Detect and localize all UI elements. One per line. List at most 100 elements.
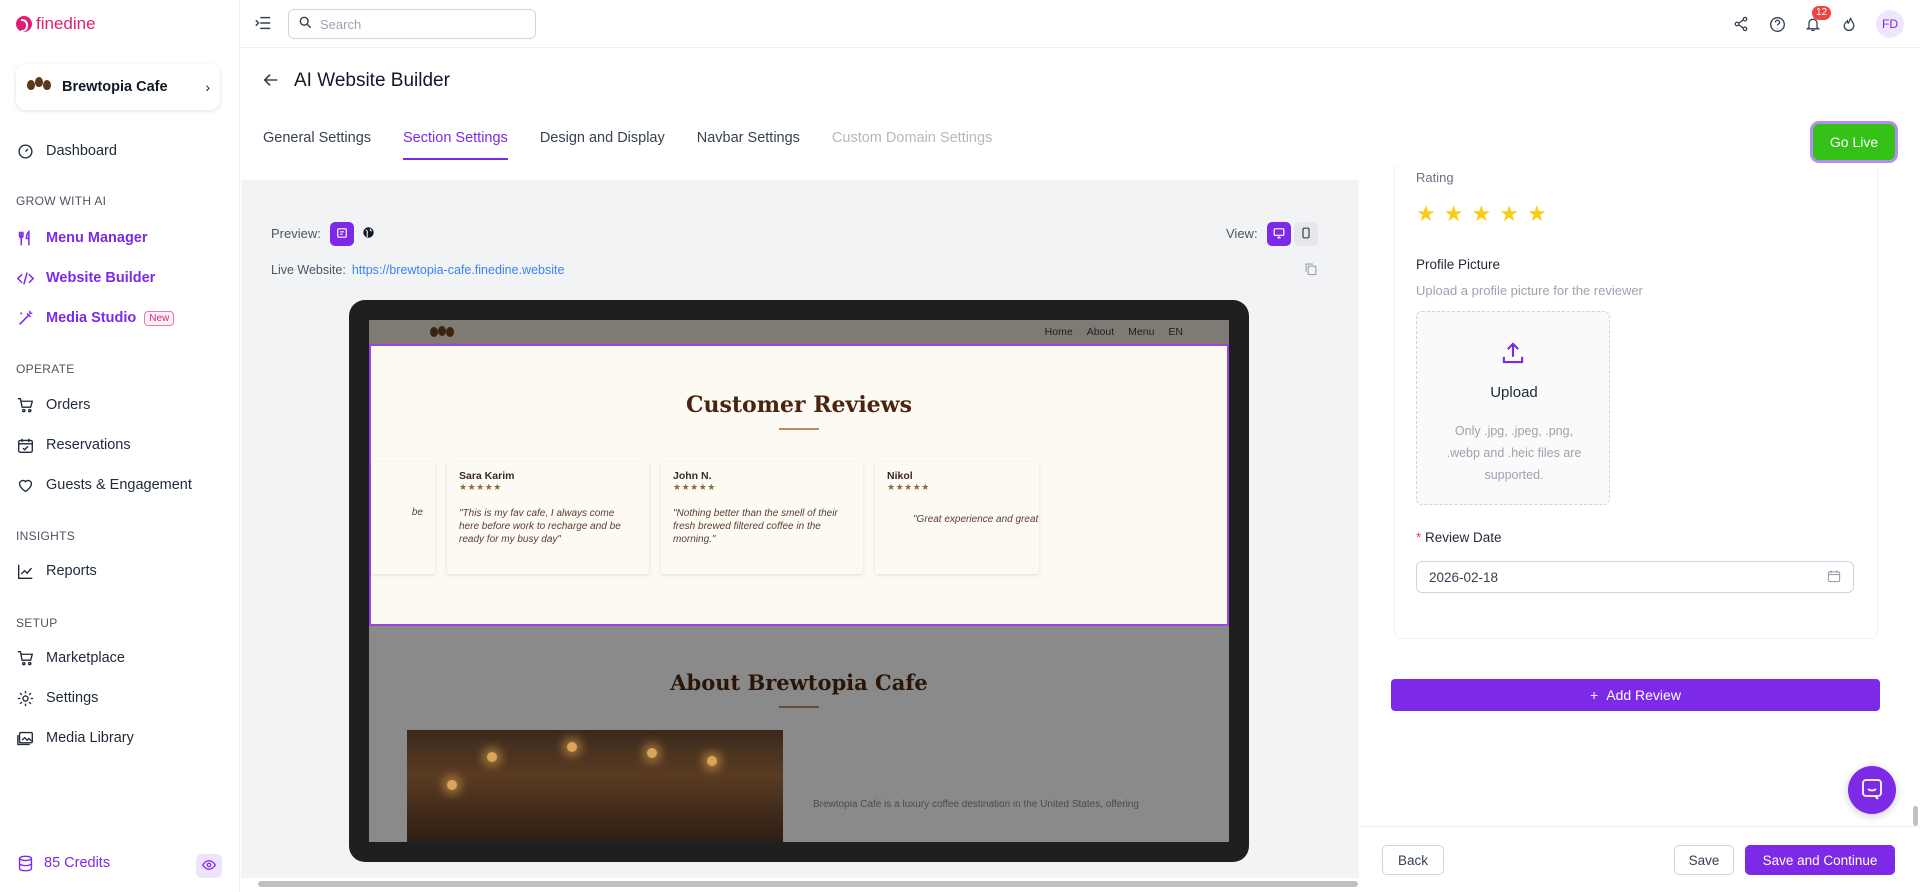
tab-design-and-display[interactable]: Design and Display	[540, 130, 665, 160]
tab-section-settings[interactable]: Section Settings	[403, 130, 508, 160]
sidebar-item-label: Dashboard	[46, 143, 117, 159]
new-badge: New	[144, 310, 175, 326]
view-label: View:	[1226, 226, 1258, 241]
upload-hint: Only .jpg, .jpeg, .png, .webp and .heic …	[1446, 424, 1582, 482]
bell-icon[interactable]: 12	[1804, 6, 1832, 33]
site-nav-about[interactable]: About	[1087, 326, 1114, 338]
save-and-continue-button[interactable]: Save and Continue	[1745, 845, 1895, 875]
sidebar: finedine Brewtopia Cafe › Dashboard GROW…	[0, 0, 240, 892]
preview-live-button[interactable]	[356, 222, 380, 246]
sidebar-item-media-library[interactable]: Media Library	[16, 726, 134, 750]
review-name: Sara Karim	[459, 470, 515, 482]
review-quote: be	[411, 507, 423, 518]
menu-toggle-icon[interactable]	[254, 14, 272, 35]
reviews-divider	[779, 428, 819, 430]
finedine-logo-icon	[16, 16, 32, 32]
sidebar-item-label: Reports	[46, 563, 97, 579]
sidebar-item-label: Settings	[46, 690, 99, 706]
code-icon	[16, 269, 34, 287]
back-button[interactable]: Back	[1382, 845, 1444, 875]
star-icon[interactable]: ★	[1499, 203, 1519, 225]
review-quote: "Great experience and great staff	[913, 514, 1039, 525]
site-nav-menu[interactable]: Menu	[1128, 326, 1154, 338]
review-card: Sara Karim ★★★★★ "This is my fav cafe, I…	[447, 462, 649, 574]
scrollbar-thumb[interactable]	[258, 881, 1358, 887]
review-date-label: * Review Date	[1416, 530, 1502, 545]
profile-picture-upload[interactable]: Upload Only .jpg, .jpeg, .png, .webp and…	[1416, 311, 1610, 505]
search-icon	[299, 16, 312, 32]
site-navbar: Home About Menu EN	[369, 320, 1229, 344]
customer-reviews-section[interactable]: Customer Reviews be Sara Karim ★★★★★ "Th…	[369, 344, 1229, 626]
add-review-label: Add Review	[1606, 687, 1681, 703]
save-button[interactable]: Save	[1674, 845, 1734, 875]
credits-display[interactable]: 85 Credits	[16, 854, 110, 872]
live-website-link[interactable]: https://brewtopia-cafe.finedine.website	[352, 263, 565, 277]
visibility-toggle[interactable]	[196, 854, 222, 878]
finedine-logo[interactable]: finedine	[16, 14, 96, 34]
chat-support-button[interactable]	[1848, 766, 1896, 814]
add-review-button[interactable]: + Add Review	[1391, 679, 1880, 711]
review-date-field[interactable]: 2026-02-18	[1416, 561, 1854, 593]
star-icon[interactable]: ★	[1471, 203, 1491, 225]
help-icon[interactable]	[1768, 15, 1786, 33]
search-placeholder: Search	[320, 16, 362, 32]
site-nav-language[interactable]: EN	[1168, 326, 1183, 338]
flame-icon[interactable]	[1840, 15, 1858, 33]
sidebar-item-reservations[interactable]: Reservations	[16, 433, 131, 457]
preview-editor-button[interactable]	[330, 222, 354, 246]
vertical-scrollbar-thumb[interactable]	[1913, 806, 1918, 826]
horizontal-scrollbar[interactable]	[246, 881, 1358, 887]
site-nav-links: Home About Menu EN	[1045, 326, 1183, 338]
copy-icon[interactable]	[1304, 262, 1318, 279]
search-input[interactable]: Search	[288, 9, 536, 39]
share-icon[interactable]	[1732, 15, 1750, 33]
profile-picture-label: Profile Picture	[1416, 257, 1501, 272]
view-desktop-button[interactable]	[1267, 222, 1291, 246]
globe-icon	[362, 226, 375, 242]
avatar[interactable]: FD	[1876, 10, 1904, 38]
tab-general-settings[interactable]: General Settings	[263, 130, 371, 160]
back-arrow-icon[interactable]	[262, 71, 280, 92]
sidebar-item-marketplace[interactable]: Marketplace	[16, 646, 125, 670]
sidebar-item-guests[interactable]: Guests & Engagement	[16, 473, 192, 497]
review-stars: ★★★★★	[887, 482, 930, 492]
review-card: Nikol ★★★★★ "Great experience and great …	[875, 462, 1039, 574]
sidebar-item-orders[interactable]: Orders	[16, 393, 90, 417]
star-icon[interactable]: ★	[1444, 203, 1464, 225]
review-stars: ★★★★★	[673, 482, 716, 492]
calendar-icon[interactable]	[1827, 569, 1841, 586]
site-nav-home[interactable]: Home	[1045, 326, 1073, 338]
sidebar-item-dashboard[interactable]: Dashboard	[16, 139, 117, 163]
live-website-label: Live Website:	[271, 263, 346, 277]
star-icon[interactable]: ★	[1527, 203, 1547, 225]
rating-label: Rating	[1416, 170, 1454, 185]
page-title: AI Website Builder	[294, 70, 450, 91]
review-quote: "Nothing better than the smell of their …	[673, 508, 838, 545]
gear-icon	[16, 689, 34, 707]
tab-navbar-settings[interactable]: Navbar Settings	[697, 130, 800, 160]
sidebar-item-menu-manager[interactable]: Menu Manager	[16, 226, 148, 250]
rating-stars[interactable]: ★ ★ ★ ★ ★	[1416, 203, 1547, 225]
tab-custom-domain-settings: Custom Domain Settings	[831, 130, 993, 146]
page-header: AI Website Builder	[262, 70, 450, 92]
sidebar-item-label: Media Studio	[46, 310, 137, 326]
mobile-icon	[1300, 226, 1312, 242]
website-preview-panel: Preview: View: Live Website: https://brew…	[241, 180, 1359, 878]
reviews-title: Customer Reviews	[686, 392, 912, 418]
sidebar-item-reports[interactable]: Reports	[16, 559, 97, 583]
line-chart-icon	[16, 562, 34, 580]
sidebar-item-settings[interactable]: Settings	[16, 686, 98, 710]
eye-icon	[201, 858, 217, 875]
review-form-panel: Rating ★ ★ ★ ★ ★ Profile Picture Upload …	[1360, 165, 1920, 825]
sidebar-item-media-studio[interactable]: Media Studio New	[16, 306, 175, 330]
sidebar-item-label: Media Library	[46, 730, 134, 746]
review-card: be	[371, 462, 435, 574]
about-divider	[779, 706, 819, 708]
review-date-label-text: Review Date	[1425, 530, 1502, 545]
view-mobile-button[interactable]	[1294, 222, 1318, 246]
star-icon[interactable]: ★	[1416, 203, 1436, 225]
go-live-button[interactable]: Go Live	[1813, 124, 1895, 160]
monitor-icon	[1273, 226, 1285, 242]
store-selector[interactable]: Brewtopia Cafe ›	[16, 64, 220, 110]
sidebar-item-website-builder[interactable]: Website Builder	[16, 266, 155, 290]
